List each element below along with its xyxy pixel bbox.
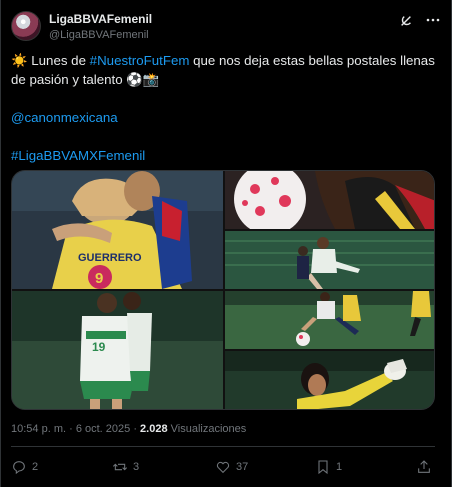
photo-ball-art <box>225 171 434 229</box>
share-icon <box>418 460 430 473</box>
photo-match-action-1[interactable] <box>225 231 434 289</box>
sun-emoji: ☀️ <box>11 53 28 68</box>
bookmark-count: 1 <box>336 461 343 473</box>
ball-camera-emoji: ⚽📸 <box>126 72 160 87</box>
tweet-time[interactable]: 10:54 p. m. <box>11 423 66 435</box>
reply-count: 2 <box>32 461 39 473</box>
heart-icon <box>216 461 230 474</box>
action-bar: 2 3 37 1 <box>11 457 435 477</box>
tweet-card: LigaBBVAFemenil @LigaBBVAFemenil ☀️ Lune… <box>0 0 452 487</box>
photo-match-action-2-art <box>225 291 434 349</box>
author-handle[interactable]: @LigaBBVAFemenil <box>49 29 149 41</box>
photo-goalkeeper[interactable] <box>225 351 434 409</box>
bookmark-button[interactable]: 1 <box>315 457 342 477</box>
divider <box>11 446 435 447</box>
jersey-number: 9 <box>95 270 103 287</box>
repost-icon <box>112 463 128 471</box>
tweet-meta: 10:54 p. m. · 6 oct. 2025 · 2.028 Visual… <box>11 423 246 435</box>
views-label: Visualizaciones <box>167 423 247 435</box>
share-button[interactable] <box>416 457 432 477</box>
svg-text:19: 19 <box>92 340 106 354</box>
tweet-text-line-2: de pasión y talento ⚽📸 <box>11 70 431 89</box>
hashtag-ligabbvamxfemenil[interactable]: #LigaBBVAMXFemenil <box>11 146 431 165</box>
grok-icon[interactable] <box>398 14 414 30</box>
text-spacer <box>11 89 431 108</box>
grok-icon-svg <box>401 16 411 26</box>
avatar[interactable] <box>11 11 41 41</box>
photo-match-action-1-art <box>225 231 434 289</box>
repost-button[interactable]: 3 <box>112 457 139 477</box>
text-part-1: Lunes de <box>27 53 90 68</box>
like-button[interactable]: 37 <box>215 457 248 477</box>
meta-separator: · <box>66 423 76 435</box>
author-name[interactable]: LigaBBVAFemenil <box>49 12 152 26</box>
more-icon-svg <box>426 18 440 22</box>
text-line-2: de pasión y talento <box>11 72 127 87</box>
repost-count: 3 <box>133 461 140 473</box>
meta-separator-2: · <box>130 423 141 435</box>
tweet-header: LigaBBVAFemenil @LigaBBVAFemenil <box>11 8 443 44</box>
tweet-text-line-1: ☀️ Lunes de #NuestroFutFem que nos deja … <box>11 51 435 70</box>
photo-embrace[interactable]: GUERRERO 9 <box>12 171 223 289</box>
reply-icon <box>13 461 25 475</box>
photo-goalkeeper-art <box>225 351 434 409</box>
like-count: 37 <box>236 461 249 473</box>
mention-canonmexicana[interactable]: @canonmexicana <box>11 108 431 127</box>
jersey-name: GUERRERO <box>78 252 142 264</box>
tweet-text: ☀️ Lunes de #NuestroFutFem que nos deja … <box>11 51 435 165</box>
tweet-date[interactable]: 6 oct. 2025 <box>76 423 130 435</box>
bookmark-icon <box>318 460 328 475</box>
photo-ball[interactable] <box>225 171 434 229</box>
text-spacer-2 <box>11 127 431 146</box>
photo-celebration-art: 19 <box>12 291 223 409</box>
hashtag-nuestrofutfem[interactable]: #NuestroFutFem <box>90 53 190 68</box>
text-part-2: que nos deja estas bellas postales llena… <box>189 53 435 68</box>
photo-celebration[interactable]: 19 <box>12 291 223 409</box>
reply-button[interactable]: 2 <box>11 457 38 477</box>
photo-match-action-2[interactable] <box>225 291 434 349</box>
views-count: 2.028 <box>140 423 168 435</box>
more-icon[interactable] <box>424 12 442 30</box>
photo-embrace-art: GUERRERO 9 <box>12 171 223 289</box>
media-grid: GUERRERO 9 19 <box>11 170 435 410</box>
